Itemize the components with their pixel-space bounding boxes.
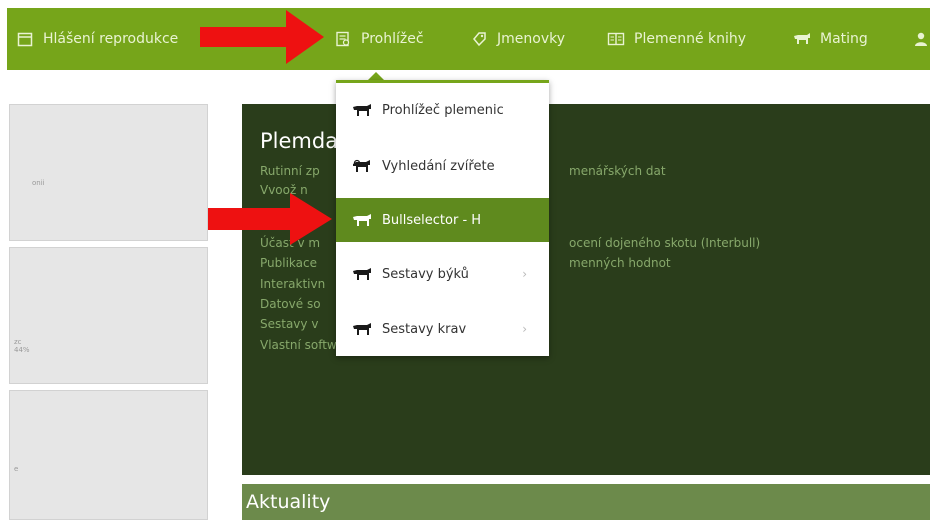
chevron-right-icon: › bbox=[522, 322, 527, 336]
prohlizec-dropdown: Prohlížeč plemenic Vyhledání zvířete Bul… bbox=[336, 80, 549, 356]
news-section: Aktuality bbox=[242, 484, 930, 520]
nav-label: Prohlížeč bbox=[361, 31, 424, 47]
menu-item-prohlizec-plemenic[interactable]: Prohlížeč plemenic bbox=[336, 83, 549, 137]
dropdown-caret bbox=[368, 72, 384, 80]
red-arrow-icon bbox=[200, 10, 324, 64]
cow-icon bbox=[352, 103, 374, 117]
nav-label: Hlášení reprodukce bbox=[43, 31, 179, 47]
menu-item-sestavy-byku[interactable]: Sestavy býků › bbox=[336, 247, 549, 301]
panel-title: Plemda bbox=[260, 129, 339, 153]
top-navbar: Hlášení reprodukce Prohlížeč Jmenovky Pl… bbox=[7, 8, 930, 70]
left-column: onii zc 44% e bbox=[9, 104, 208, 520]
left-card-text: onii bbox=[32, 179, 45, 187]
bull-icon bbox=[352, 213, 374, 227]
panel-line[interactable]: Publikace bbox=[260, 256, 317, 270]
nav-label: Plemenné knihy bbox=[634, 31, 747, 47]
chevron-right-icon: › bbox=[522, 267, 527, 281]
panel-line[interactable]: Sestavy v bbox=[260, 317, 318, 331]
nav-plemenne-knihy[interactable]: Plemenné knihy bbox=[607, 8, 746, 70]
cow-icon bbox=[352, 322, 374, 336]
menu-item-vyhledani-zvirete[interactable]: Vyhledání zvířete bbox=[336, 139, 549, 193]
user-icon bbox=[912, 30, 930, 48]
menu-item-label: Bullselector - H bbox=[382, 212, 482, 228]
calendar-icon bbox=[16, 30, 34, 48]
left-card[interactable]: onii bbox=[9, 104, 208, 241]
menu-item-label: Prohlížeč plemenic bbox=[382, 102, 504, 118]
nav-jmenovky[interactable]: Jmenovky bbox=[470, 8, 565, 70]
bull-icon bbox=[352, 267, 374, 281]
left-card[interactable]: zc 44% bbox=[9, 247, 208, 384]
panel-line-right[interactable]: menných hodnot bbox=[569, 256, 671, 270]
panel-line[interactable]: Datové so bbox=[260, 297, 321, 311]
menu-item-bullselector[interactable]: Bullselector - H bbox=[336, 198, 549, 242]
panel-line-right[interactable]: ocení dojeného skotu (Interbull) bbox=[569, 236, 760, 250]
nav-prohlizec[interactable]: Prohlížeč bbox=[334, 8, 424, 70]
menu-item-label: Sestavy býků bbox=[382, 266, 469, 282]
cow-search-icon bbox=[352, 159, 374, 173]
tag-icon bbox=[470, 30, 488, 48]
left-card-text: zc 44% bbox=[14, 338, 30, 354]
document-search-icon bbox=[334, 30, 352, 48]
nav-label: Jmenovky bbox=[497, 31, 565, 47]
menu-item-label: Sestavy krav bbox=[382, 321, 467, 337]
menu-item-label: Vyhledání zvířete bbox=[382, 158, 495, 174]
news-title: Aktuality bbox=[246, 491, 331, 513]
menu-item-sestavy-krav[interactable]: Sestavy krav › bbox=[336, 302, 549, 356]
nav-mating[interactable]: Mating bbox=[793, 8, 868, 70]
red-arrow-icon bbox=[208, 193, 332, 245]
left-card[interactable]: e bbox=[9, 390, 208, 520]
panel-line-right[interactable]: menářských dat bbox=[569, 164, 666, 178]
nav-user[interactable] bbox=[912, 8, 930, 70]
book-icon bbox=[607, 30, 625, 48]
left-card-text: e bbox=[14, 465, 19, 473]
cow-pair-icon bbox=[793, 30, 811, 48]
nav-hlaseni-reprodukce[interactable]: Hlášení reprodukce bbox=[16, 8, 178, 70]
panel-line[interactable]: Rutinní zp bbox=[260, 164, 320, 178]
nav-label: Mating bbox=[820, 31, 868, 47]
panel-line[interactable]: Interaktivn bbox=[260, 277, 325, 291]
